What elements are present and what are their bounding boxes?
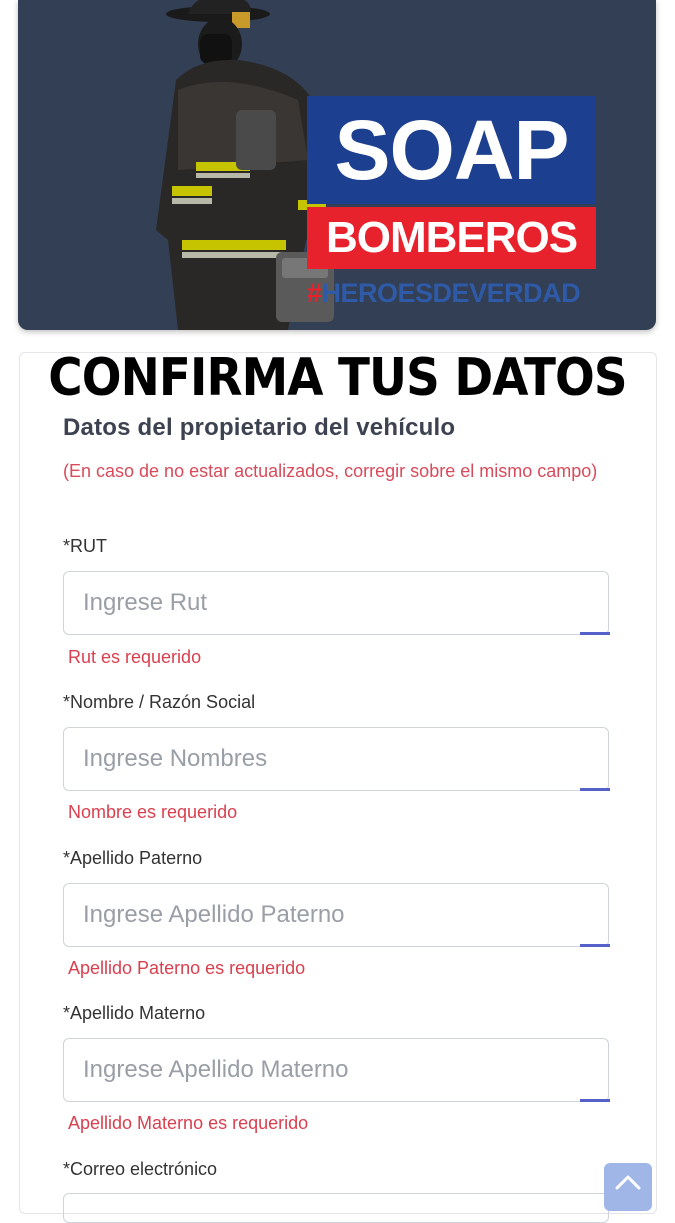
paternal-surname-label: *Apellido Paterno: [63, 848, 203, 868]
name-label: *Nombre / Razón Social: [63, 692, 256, 712]
maternal-surname-label: *Apellido Materno: [63, 1003, 206, 1023]
rut-input-underline: [580, 632, 610, 635]
paternal-surname-input[interactable]: [63, 883, 609, 947]
email-label: *Correo electrónico: [63, 1159, 218, 1179]
logo-hashtag: #HEROESDEVERDAD: [307, 274, 607, 312]
name-error: Nombre es requerido: [68, 802, 238, 822]
hero-banner: SOAP BOMBEROS #HEROESDEVERDAD: [18, 0, 656, 330]
email-input[interactable]: [63, 1193, 609, 1223]
rut-error: Rut es requerido: [68, 647, 202, 667]
page-headline: CONFIRMA TUS DATOS: [48, 348, 627, 408]
chevron-up-icon: [615, 1175, 641, 1190]
name-input-underline: [580, 788, 610, 791]
rut-input[interactable]: [63, 571, 609, 635]
hashtag-text: HEROESDEVERDAD: [321, 278, 581, 308]
section-title: Datos del propietario del vehículo: [63, 414, 456, 441]
scroll-top-button[interactable]: [604, 1163, 652, 1211]
logo-soap-text: SOAP: [307, 96, 596, 204]
paternal-surname-underline: [580, 944, 610, 947]
rut-label: *RUT: [63, 536, 107, 556]
maternal-surname-error: Apellido Materno es requerido: [68, 1113, 309, 1133]
logo-bomberos-text: BOMBEROS: [307, 207, 596, 269]
name-input[interactable]: [63, 727, 609, 791]
hashtag-symbol: #: [307, 278, 322, 308]
section-note: (En caso de no estar actualizados, corre…: [63, 461, 598, 481]
paternal-surname-error: Apellido Paterno es requerido: [68, 958, 306, 978]
maternal-surname-underline: [580, 1099, 610, 1102]
maternal-surname-input[interactable]: [63, 1038, 609, 1102]
